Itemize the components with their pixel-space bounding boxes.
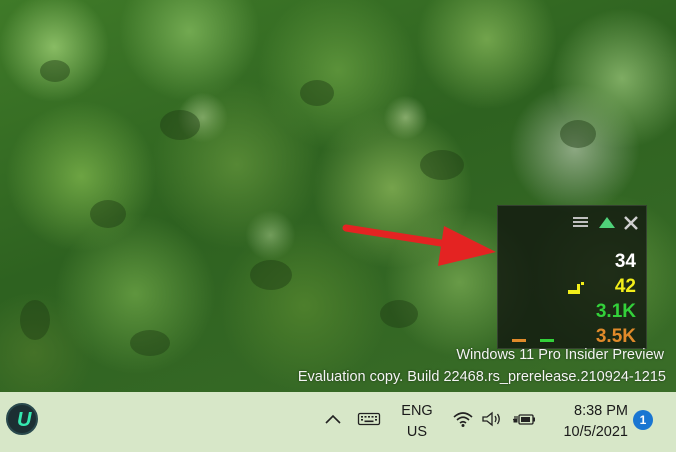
chevron-up-icon[interactable] — [322, 410, 344, 428]
region-code: US — [406, 424, 428, 440]
gpu-icon — [568, 282, 584, 294]
app-icon[interactable]: U — [6, 403, 38, 435]
system-monitor-widget: 34 42 3.1K 3.5K — [497, 205, 647, 349]
battery-icon[interactable] — [512, 410, 536, 428]
keyboard-icon[interactable] — [357, 410, 381, 428]
close-icon[interactable] — [622, 215, 640, 231]
metric-value-1: 34 — [614, 251, 636, 272]
taskbar: U ENG US 8:38 PM 10/5/2021 1 — [0, 392, 676, 452]
red-arrow-annotation — [342, 224, 496, 266]
input-language-indicator[interactable]: ENG US — [395, 401, 439, 443]
hamburger-icon[interactable] — [572, 215, 590, 231]
watermark-line-1: Windows 11 Pro Insider Preview — [456, 347, 664, 363]
language-code: ENG — [401, 403, 433, 419]
watermark-line-2: Evaluation copy. Build 22468.rs_prerelea… — [297, 369, 666, 385]
clock[interactable]: 8:38 PM 10/5/2021 — [548, 401, 628, 443]
notification-badge[interactable]: 1 — [633, 410, 653, 430]
wifi-icon[interactable] — [453, 410, 473, 428]
network-download-indicator — [512, 339, 526, 342]
clock-date: 10/5/2021 — [563, 424, 628, 440]
metric-value-3: 3.1K — [595, 301, 636, 322]
speaker-icon[interactable] — [481, 410, 503, 428]
app-icon-letter: U — [17, 409, 32, 431]
metric-value-2: 42 — [614, 276, 636, 297]
triangle-up-icon[interactable] — [598, 215, 616, 231]
metric-value-4: 3.5K — [595, 326, 636, 347]
network-upload-indicator — [540, 339, 554, 342]
clock-time: 8:38 PM — [574, 403, 628, 419]
